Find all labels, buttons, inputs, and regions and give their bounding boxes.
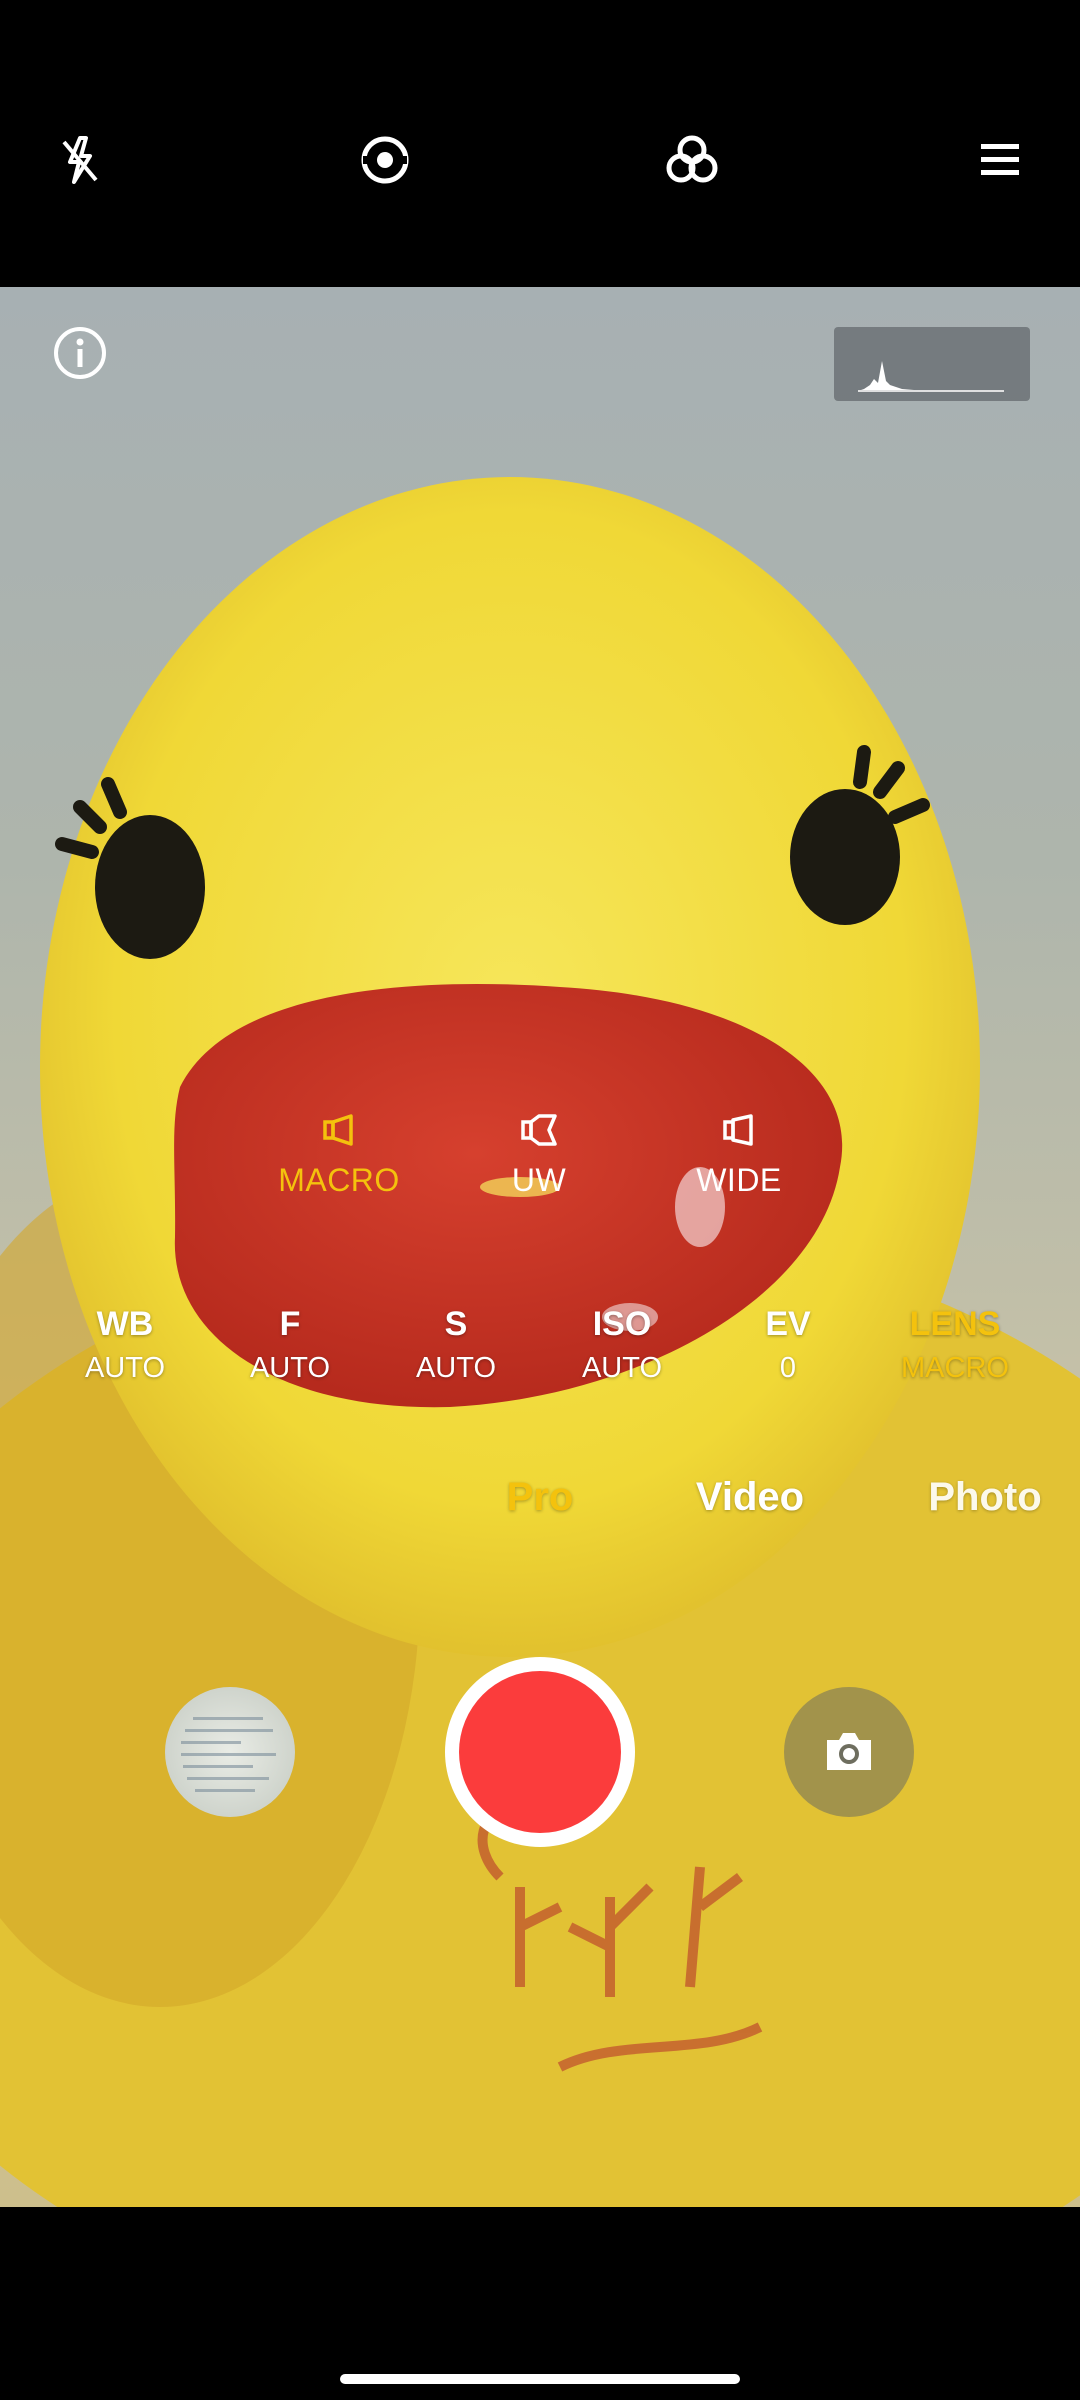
param-f[interactable]: F AUTO (220, 1305, 360, 1385)
lens-macro-icon (323, 1114, 353, 1146)
param-s[interactable]: S AUTO (386, 1305, 526, 1385)
param-name: WB (96, 1305, 154, 1343)
switch-camera-button[interactable] (784, 1687, 914, 1817)
lens-option-uw[interactable]: UW (459, 1108, 619, 1199)
filter-icon[interactable] (662, 130, 722, 190)
lens-wide-icon (723, 1114, 753, 1146)
lens-option-label: MACRO (278, 1162, 400, 1198)
param-ev[interactable]: EV 0 (718, 1305, 858, 1385)
param-name: LENS (909, 1305, 1001, 1343)
param-value: AUTO (581, 1352, 663, 1384)
histogram-icon[interactable] (834, 327, 1030, 401)
param-iso[interactable]: ISO AUTO (552, 1305, 692, 1385)
param-value: AUTO (415, 1352, 497, 1384)
param-value: AUTO (84, 1352, 166, 1384)
flash-off-icon[interactable] (50, 130, 110, 190)
lens-option-label: UW (511, 1162, 567, 1198)
param-name: S (444, 1305, 468, 1343)
capture-mode-icon[interactable] (355, 130, 415, 190)
param-lens[interactable]: LENS MACRO (885, 1305, 1025, 1385)
param-value: 0 (779, 1352, 797, 1384)
lens-uw-icon (521, 1114, 557, 1146)
lens-option-wide[interactable]: WIDE (659, 1108, 819, 1199)
menu-icon[interactable] (970, 130, 1030, 190)
duck-preview-image (0, 477, 1080, 2207)
info-icon[interactable] (52, 325, 108, 381)
record-button-core (459, 1671, 621, 1833)
param-name: ISO (592, 1305, 652, 1343)
mode-video[interactable]: Video (696, 1475, 804, 1520)
param-name: EV (765, 1305, 811, 1343)
top-bar (0, 0, 1080, 287)
home-indicator[interactable] (340, 2374, 740, 2384)
param-value: AUTO (249, 1352, 331, 1384)
lens-option-label: WIDE (696, 1162, 782, 1198)
camera-viewfinder[interactable] (0, 287, 1080, 2207)
camera-icon (827, 1733, 871, 1770)
navigation-bar (0, 2207, 1080, 2400)
param-wb[interactable]: WB AUTO (55, 1305, 195, 1385)
lens-option-macro[interactable]: MACRO (259, 1108, 419, 1199)
param-value: MACRO (901, 1352, 1009, 1384)
mode-photo[interactable]: Photo (928, 1475, 1041, 1520)
gallery-thumbnail[interactable] (165, 1687, 295, 1817)
param-name: F (279, 1305, 301, 1343)
mode-pro[interactable]: Pro (507, 1475, 574, 1520)
record-button[interactable] (445, 1657, 635, 1847)
